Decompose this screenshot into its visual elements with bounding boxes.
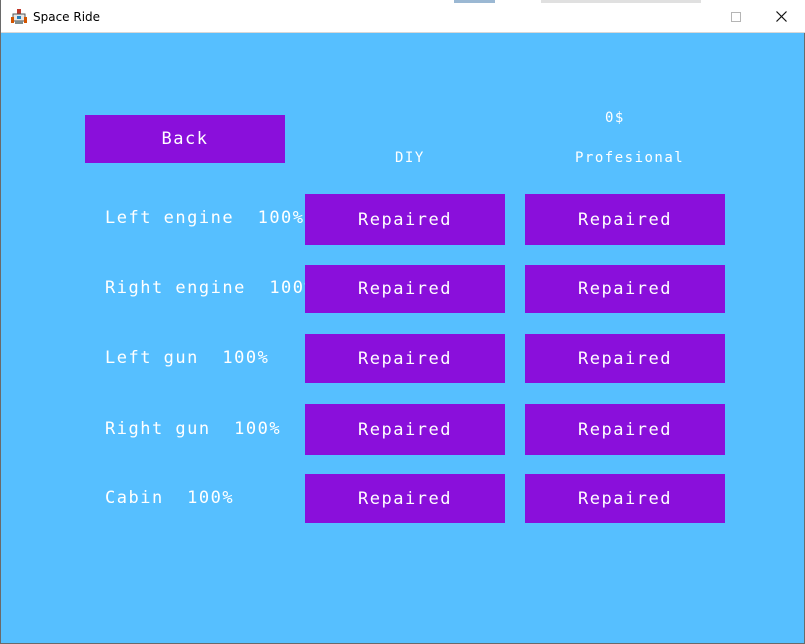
part-name: Cabin bbox=[105, 488, 164, 508]
part-condition: 100% bbox=[234, 419, 282, 439]
title-bar: Space Ride bbox=[1, 0, 805, 33]
part-condition: 100% bbox=[222, 348, 270, 368]
diy-repair-button[interactable]: Repaired bbox=[305, 474, 505, 523]
diy-repair-button[interactable]: Repaired bbox=[305, 334, 505, 383]
spaceship-icon bbox=[11, 9, 27, 24]
part-name: Left engine bbox=[105, 208, 235, 228]
diy-repair-button[interactable]: Repaired bbox=[305, 194, 505, 245]
part-row-cabin: Cabin 100% bbox=[105, 488, 234, 508]
titlebar-accent-strip bbox=[541, 0, 701, 3]
close-icon bbox=[775, 11, 787, 22]
professional-column-header: Profesional bbox=[575, 150, 685, 166]
close-button[interactable] bbox=[758, 0, 804, 33]
professional-repair-button[interactable]: Repaired bbox=[525, 194, 725, 245]
back-button[interactable]: Back bbox=[85, 115, 285, 163]
part-row-left-engine: Left engine 100% bbox=[105, 208, 305, 228]
part-condition: 100% bbox=[257, 208, 305, 228]
part-condition: 100% bbox=[187, 488, 235, 508]
diy-repair-button[interactable]: Repaired bbox=[305, 404, 505, 455]
part-row-right-engine: Right engine 100% bbox=[105, 278, 316, 298]
professional-repair-button[interactable]: Repaired bbox=[525, 265, 725, 313]
professional-repair-button[interactable]: Repaired bbox=[525, 404, 725, 455]
money-display: 0$ bbox=[605, 110, 625, 126]
professional-repair-button[interactable]: Repaired bbox=[525, 474, 725, 523]
part-row-left-gun: Left gun 100% bbox=[105, 348, 269, 368]
diy-repair-button[interactable]: Repaired bbox=[305, 265, 505, 313]
part-name: Right gun bbox=[105, 419, 211, 439]
part-name: Left gun bbox=[105, 348, 199, 368]
app-window: Space Ride Back 0$ DIY Profesional Left … bbox=[0, 0, 805, 644]
maximize-icon bbox=[731, 11, 741, 22]
titlebar-accent-strip bbox=[454, 0, 495, 3]
maximize-button[interactable] bbox=[713, 0, 759, 33]
diy-column-header: DIY bbox=[395, 150, 425, 166]
professional-repair-button[interactable]: Repaired bbox=[525, 334, 725, 383]
window-title: Space Ride bbox=[33, 10, 101, 24]
part-name: Right engine bbox=[105, 278, 246, 298]
part-row-right-gun: Right gun 100% bbox=[105, 419, 281, 439]
